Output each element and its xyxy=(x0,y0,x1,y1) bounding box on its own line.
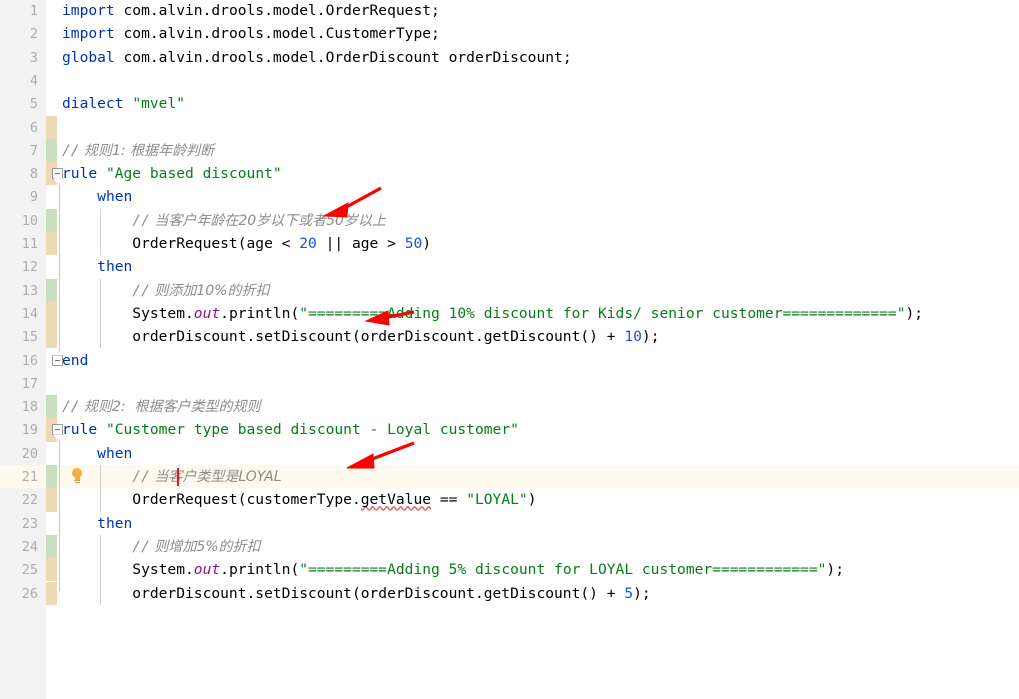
code-line[interactable]: // 当客户类型是LOYAL xyxy=(62,465,281,489)
line-number: 12 xyxy=(21,259,38,276)
line-number: 21 xyxy=(21,469,38,485)
code-line[interactable]: // 则增加5%的折扣 xyxy=(62,535,260,559)
line-number: 4 xyxy=(29,72,38,89)
code-line[interactable]: // 规则2: 根据客户类型的规则 xyxy=(62,395,261,419)
vcs-marker-added[interactable] xyxy=(46,465,57,489)
code-line[interactable]: OrderRequest(customerType.getValue == "L… xyxy=(62,488,536,511)
line-number: 10 xyxy=(21,212,38,229)
code-line[interactable]: when xyxy=(62,185,132,208)
line-number: 20 xyxy=(21,445,38,462)
fold-rail xyxy=(59,430,60,592)
code-line[interactable]: // 规则1: 根据年龄判断 xyxy=(62,139,214,163)
vcs-marker-added[interactable] xyxy=(46,278,57,302)
code-line[interactable]: end xyxy=(62,349,88,372)
line-number: 9 xyxy=(29,189,38,206)
code-line[interactable]: System.out.println("=========Adding 5% d… xyxy=(62,558,844,581)
line-number: 7 xyxy=(29,142,38,159)
code-line[interactable]: import com.alvin.drools.model.OrderReque… xyxy=(62,0,440,22)
line-number: 26 xyxy=(21,585,38,602)
vcs-marker-added[interactable] xyxy=(46,534,57,559)
line-number: 25 xyxy=(21,562,38,579)
line-number: 13 xyxy=(21,282,38,299)
code-line[interactable]: global com.alvin.drools.model.OrderDisco… xyxy=(62,46,572,69)
vcs-marker-changed[interactable] xyxy=(46,232,57,256)
line-number: 19 xyxy=(21,422,38,439)
line-number: 23 xyxy=(21,515,38,532)
fold-collapse-icon[interactable] xyxy=(52,168,64,186)
line-number: 3 xyxy=(29,49,38,66)
fold-end-icon[interactable] xyxy=(52,348,63,366)
line-number: 22 xyxy=(21,492,38,509)
line-number: 5 xyxy=(29,96,38,113)
line-number: 1 xyxy=(29,3,38,19)
code-editor[interactable]: 1 2 3 4 5 6 7 8 9 10 11 12 13 14 15 16 17 18 19 20 21 22 23 24 2… xyxy=(0,0,1019,699)
code-line[interactable]: import com.alvin.drools.model.CustomerTy… xyxy=(62,22,440,45)
line-number: 15 xyxy=(21,329,38,346)
vcs-marker-added[interactable] xyxy=(46,208,57,232)
vcs-marker-added[interactable] xyxy=(46,395,57,419)
text-caret xyxy=(177,468,180,486)
lightbulb-base-2 xyxy=(74,482,80,484)
line-number: 18 xyxy=(21,399,38,416)
line-number: 16 xyxy=(21,352,38,369)
line-number: 11 xyxy=(21,236,38,252)
vcs-marker-changed[interactable] xyxy=(46,115,57,139)
line-number: 17 xyxy=(21,375,38,392)
code-line[interactable]: orderDiscount.setDiscount(orderDiscount.… xyxy=(62,582,650,605)
vcs-marker-changed[interactable] xyxy=(46,301,57,326)
code-line[interactable]: OrderRequest(age < 20 || age > 50) xyxy=(62,232,431,255)
line-number: 24 xyxy=(21,538,38,555)
lightbulb-icon[interactable] xyxy=(70,468,84,484)
fold-minus-box[interactable] xyxy=(52,354,63,366)
code-line[interactable]: rule "Customer type based discount - Loy… xyxy=(62,418,519,441)
code-line[interactable]: when xyxy=(62,442,132,465)
fold-minus-box[interactable] xyxy=(52,424,63,436)
fold-minus-box[interactable] xyxy=(52,168,63,180)
code-line[interactable]: orderDiscount.setDiscount(orderDiscount.… xyxy=(62,325,659,348)
vcs-marker-changed[interactable] xyxy=(46,558,57,582)
line-number: 6 xyxy=(29,119,38,136)
code-line[interactable]: dialect "mvel" xyxy=(62,92,185,115)
fold-rail xyxy=(59,174,60,359)
vcs-marker-changed[interactable] xyxy=(46,325,57,349)
code-line[interactable]: // 当客户年龄在20岁以下或者50岁以上 xyxy=(62,209,386,233)
vcs-marker-changed[interactable] xyxy=(46,581,57,605)
fold-collapse-icon[interactable] xyxy=(52,424,64,442)
code-line[interactable]: System.out.println("=========Adding 10% … xyxy=(62,302,923,325)
code-line[interactable]: rule "Age based discount" xyxy=(62,162,282,185)
line-number: 8 xyxy=(29,166,38,183)
line-number: 2 xyxy=(29,26,38,43)
code-line[interactable]: // 则添加10%的折扣 xyxy=(62,279,269,303)
vcs-marker-changed[interactable] xyxy=(46,488,57,512)
vcs-marker-added[interactable] xyxy=(46,138,57,163)
line-number: 14 xyxy=(21,305,38,322)
code-line[interactable]: then xyxy=(62,512,132,535)
code-line[interactable]: then xyxy=(62,255,132,278)
